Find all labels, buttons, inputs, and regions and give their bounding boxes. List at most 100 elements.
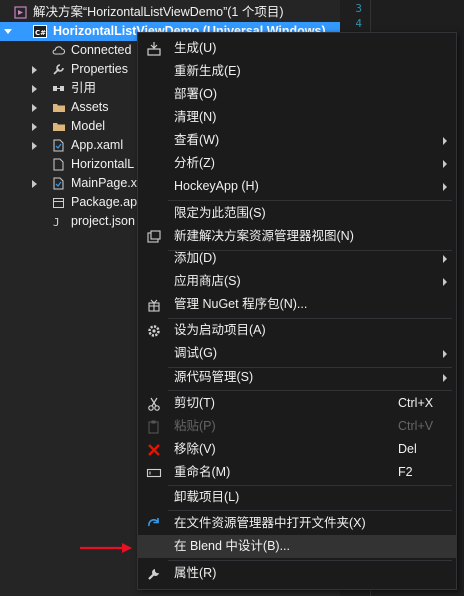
menu-item-label: 新建解决方案资源管理器视图(N) bbox=[174, 229, 354, 243]
references-icon bbox=[52, 82, 65, 95]
menu-item-deploy[interactable]: 部署(O) bbox=[138, 83, 456, 106]
menu-item-label: 生成(U) bbox=[174, 41, 217, 55]
menu-item-rename[interactable]: 重命名(M) F2 bbox=[138, 461, 456, 484]
menu-item-label: 重命名(M) bbox=[174, 465, 231, 479]
gear-icon bbox=[146, 323, 162, 339]
submenu-arrow-icon bbox=[443, 183, 447, 191]
menu-item-open-in-explorer[interactable]: 在文件资源管理器中打开文件夹(X) bbox=[138, 512, 456, 535]
refresh-arrow-icon bbox=[146, 516, 162, 532]
menu-item-debug[interactable]: 调试(G) bbox=[138, 342, 456, 365]
menu-item-label: 在文件资源管理器中打开文件夹(X) bbox=[174, 516, 366, 530]
menu-item-add[interactable]: 添加(D) bbox=[138, 247, 456, 270]
tree-item-label: MainPage.x bbox=[71, 176, 138, 190]
menu-item-label: 源代码管理(S) bbox=[174, 370, 254, 384]
submenu-arrow-icon bbox=[443, 160, 447, 168]
menu-item-rebuild[interactable]: 重新生成(E) bbox=[138, 60, 456, 83]
menu-item-unload-project[interactable]: 卸载项目(L) bbox=[138, 486, 456, 509]
menu-item-scope-to-this[interactable]: 限定为此范围(S) bbox=[138, 202, 456, 225]
menu-item-manage-nuget[interactable]: 管理 NuGet 程序包(N)... bbox=[138, 293, 456, 316]
menu-item-store[interactable]: 应用商店(S) bbox=[138, 270, 456, 293]
folder-icon bbox=[52, 120, 65, 133]
menu-item-label: 调试(G) bbox=[174, 346, 218, 360]
menu-separator bbox=[168, 390, 452, 391]
menu-item-remove[interactable]: 移除(V) Del bbox=[138, 438, 456, 461]
menu-item-source-control[interactable]: 源代码管理(S) bbox=[138, 366, 456, 389]
menu-item-label: 属性(R) bbox=[174, 566, 217, 580]
context-menu: 生成(U) 重新生成(E) 部署(O) 清理(N) 查看(W) 分析(Z) Ho… bbox=[137, 32, 457, 590]
xaml-file-icon bbox=[52, 139, 65, 152]
tree-item-label: project.json bbox=[71, 214, 135, 228]
expand-arrow-icon[interactable] bbox=[32, 123, 37, 131]
menu-item-cut[interactable]: 剪切(T) Ctrl+X bbox=[138, 392, 456, 415]
file-icon bbox=[52, 158, 65, 171]
xaml-file-icon bbox=[52, 177, 65, 190]
menu-item-label: 应用商店(S) bbox=[174, 274, 241, 288]
menu-item-label: 在 Blend 中设计(B)... bbox=[174, 539, 290, 553]
solution-label: 解决方案“HorizontalListViewDemo”(1 个项目) bbox=[33, 5, 284, 19]
tree-item-label: HorizontalL bbox=[71, 157, 135, 171]
menu-shortcut: Ctrl+V bbox=[398, 419, 434, 433]
wrench-icon bbox=[146, 566, 162, 582]
menu-item-label: HockeyApp (H) bbox=[174, 179, 259, 193]
menu-item-label: 清理(N) bbox=[174, 110, 217, 124]
tree-item-label: Model bbox=[71, 119, 106, 133]
submenu-arrow-icon bbox=[443, 278, 447, 286]
menu-shortcut: Ctrl+X bbox=[398, 396, 434, 410]
package-icon bbox=[52, 196, 65, 209]
json-file-icon: J bbox=[52, 215, 65, 229]
menu-shortcut: F2 bbox=[398, 465, 413, 479]
expand-arrow-icon[interactable] bbox=[32, 142, 37, 150]
tree-item-label: App.xaml bbox=[71, 138, 124, 152]
menu-item-label: 移除(V) bbox=[174, 442, 216, 456]
nuget-package-icon bbox=[146, 297, 162, 313]
menu-item-view[interactable]: 查看(W) bbox=[138, 129, 456, 152]
submenu-arrow-icon bbox=[443, 255, 447, 263]
tree-item-label: Assets bbox=[71, 100, 109, 114]
menu-item-label: 粘贴(P) bbox=[174, 419, 216, 433]
annotation-arrow-icon bbox=[80, 543, 132, 553]
csharp-project-icon: C# bbox=[33, 25, 47, 38]
menu-item-label: 查看(W) bbox=[174, 133, 220, 147]
tree-item-label: Properties bbox=[71, 62, 128, 76]
new-view-icon bbox=[146, 229, 162, 245]
menu-item-design-in-blend[interactable]: 在 Blend 中设计(B)... bbox=[138, 535, 456, 558]
svg-text:J: J bbox=[53, 216, 60, 228]
submenu-arrow-icon bbox=[443, 350, 447, 358]
rename-icon bbox=[146, 465, 162, 481]
menu-item-paste[interactable]: 粘贴(P) Ctrl+V bbox=[138, 415, 456, 438]
menu-separator bbox=[168, 200, 452, 201]
expand-arrow-icon[interactable] bbox=[32, 104, 37, 112]
menu-item-label: 设为启动项目(A) bbox=[174, 323, 266, 337]
wrench-icon bbox=[52, 63, 65, 76]
submenu-arrow-icon bbox=[443, 374, 447, 382]
expand-arrow-icon[interactable] bbox=[32, 85, 37, 93]
submenu-arrow-icon bbox=[443, 137, 447, 145]
expand-arrow-icon[interactable] bbox=[4, 29, 12, 34]
line-number: 3 bbox=[355, 2, 362, 15]
menu-item-clean[interactable]: 清理(N) bbox=[138, 106, 456, 129]
menu-item-properties[interactable]: 属性(R) bbox=[138, 562, 456, 585]
tree-item-label: Connected bbox=[71, 43, 132, 57]
expand-arrow-icon[interactable] bbox=[32, 66, 37, 74]
remove-x-icon bbox=[146, 442, 162, 458]
menu-item-label: 分析(Z) bbox=[174, 156, 215, 170]
paste-icon bbox=[146, 419, 162, 435]
menu-shortcut: Del bbox=[398, 442, 417, 456]
build-icon bbox=[146, 41, 162, 57]
folder-icon bbox=[52, 101, 65, 114]
menu-item-set-startup[interactable]: 设为启动项目(A) bbox=[138, 319, 456, 342]
menu-item-analyze[interactable]: 分析(Z) bbox=[138, 152, 456, 175]
menu-item-label: 添加(D) bbox=[174, 251, 217, 265]
menu-separator bbox=[168, 560, 452, 561]
svg-text:C#: C# bbox=[35, 29, 46, 37]
menu-item-label: 部署(O) bbox=[174, 87, 218, 101]
menu-item-new-explorer-view[interactable]: 新建解决方案资源管理器视图(N) bbox=[138, 225, 456, 248]
solution-node[interactable]: 解决方案“HorizontalListViewDemo”(1 个项目) bbox=[0, 3, 340, 22]
menu-item-hockeyapp[interactable]: HockeyApp (H) bbox=[138, 175, 456, 198]
line-number: 4 bbox=[355, 17, 362, 30]
menu-item-label: 限定为此范围(S) bbox=[174, 206, 266, 220]
menu-item-build[interactable]: 生成(U) bbox=[138, 37, 456, 60]
menu-item-label: 剪切(T) bbox=[174, 396, 215, 410]
expand-arrow-icon[interactable] bbox=[32, 180, 37, 188]
tree-item-label: Package.ap bbox=[71, 195, 138, 209]
